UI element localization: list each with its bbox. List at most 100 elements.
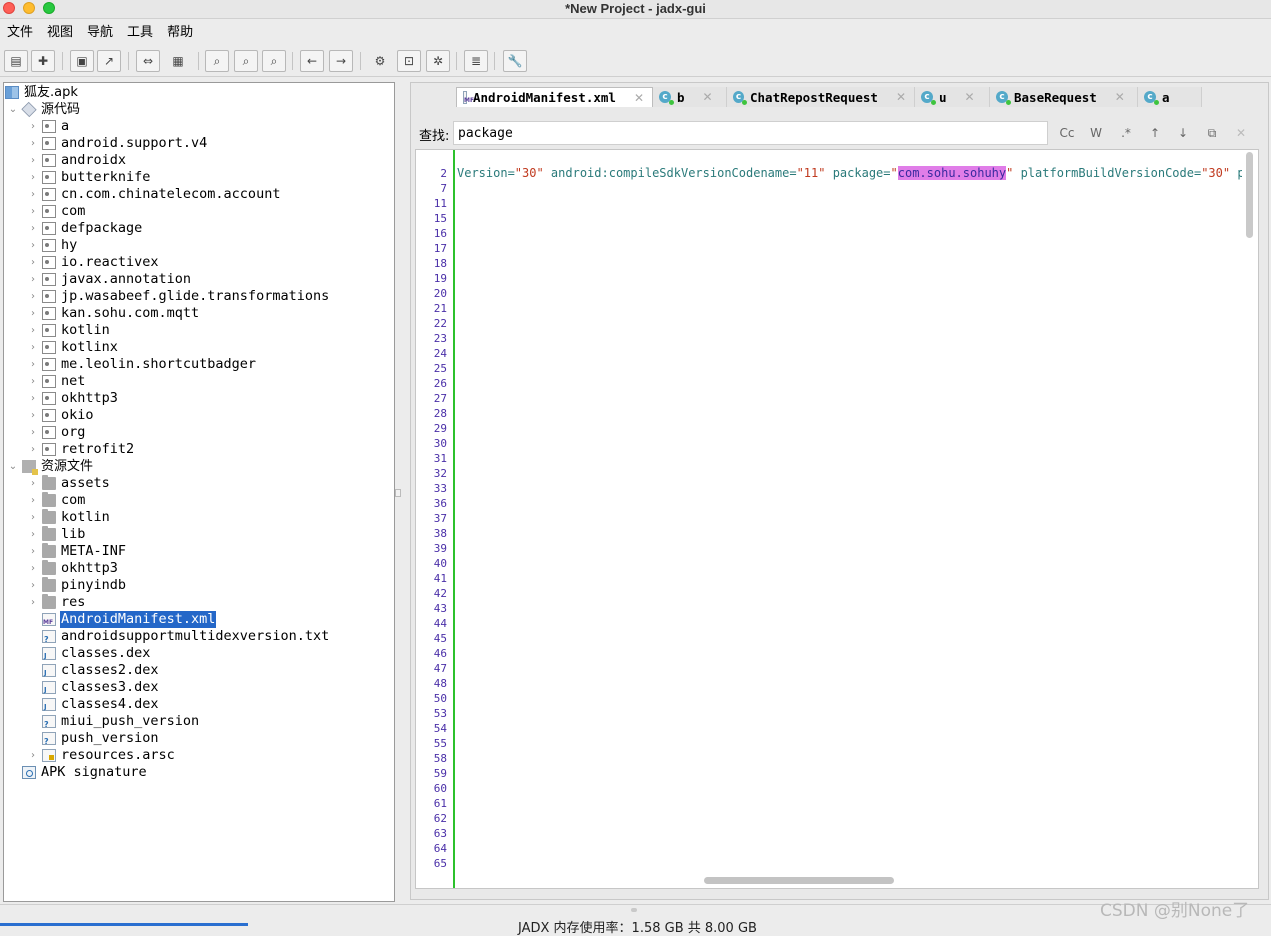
match-case-button[interactable]: Cc	[1057, 124, 1077, 142]
previous-match-button[interactable]: ↑	[1145, 124, 1165, 142]
mark-all-icon[interactable]: ⧉	[1202, 124, 1222, 142]
tree-package[interactable]: › retrofit2	[28, 441, 135, 458]
close-tab-icon[interactable]: ✕	[896, 90, 906, 104]
quick-tab-icon[interactable]: ⊡	[397, 50, 421, 72]
tree-package[interactable]: › a	[28, 118, 70, 135]
chevron-right-icon[interactable]: ›	[28, 206, 38, 217]
tree-res-folder[interactable]: › lib	[28, 526, 86, 543]
tree-package[interactable]: › kan.sohu.com.mqtt	[28, 305, 200, 322]
add-files-icon[interactable]: ✚	[31, 50, 55, 72]
tree-res-file[interactable]: classes4.dex	[28, 696, 160, 713]
chevron-right-icon[interactable]: ›	[28, 155, 38, 166]
chevron-right-icon[interactable]: ›	[28, 512, 38, 523]
close-tab-icon[interactable]: ✕	[1115, 90, 1125, 104]
project-tree[interactable]: 狐友.apk ⌄ 源代码 › a › android.support.v4 › androidx…	[3, 82, 395, 902]
tree-res-file[interactable]: classes2.dex	[28, 662, 160, 679]
tree-package[interactable]: › net	[28, 373, 86, 390]
tab-u[interactable]: c u ✕	[915, 87, 990, 107]
chevron-right-icon[interactable]: ›	[28, 189, 38, 200]
chevron-right-icon[interactable]: ›	[28, 563, 38, 574]
tree-res-folder[interactable]: › okhttp3	[28, 560, 119, 577]
chevron-right-icon[interactable]: ›	[28, 580, 38, 591]
tree-package[interactable]: › android.support.v4	[28, 135, 208, 152]
debug-icon[interactable]: ✲	[426, 50, 450, 72]
tree-res-file[interactable]: AndroidManifest.xml	[28, 611, 217, 628]
tree-res-file[interactable]: classes.dex	[28, 645, 151, 662]
menu-tools[interactable]: 工具	[120, 22, 160, 44]
chevron-right-icon[interactable]: ›	[28, 393, 38, 404]
split-pane-divider[interactable]	[395, 489, 401, 497]
tree-package[interactable]: › jp.wasabeef.glide.transformations	[28, 288, 330, 305]
chevron-right-icon[interactable]: ›	[28, 240, 38, 251]
chevron-right-icon[interactable]: ›	[28, 223, 38, 234]
chevron-right-icon[interactable]: ›	[28, 138, 38, 149]
next-match-button[interactable]: ↓	[1173, 124, 1193, 142]
chevron-right-icon[interactable]: ›	[28, 750, 38, 761]
tree-res-folder[interactable]: › com	[28, 492, 86, 509]
regex-button[interactable]: .*	[1116, 124, 1136, 142]
chevron-right-icon[interactable]: ›	[28, 342, 38, 353]
tree-res-folder[interactable]: › assets	[28, 475, 111, 492]
tree-res-folder[interactable]: › META-INF	[28, 543, 127, 560]
chevron-right-icon[interactable]: ›	[28, 546, 38, 557]
tree-res-file[interactable]: androidsupportmultidexversion.txt	[28, 628, 330, 645]
vertical-scrollbar[interactable]	[1246, 152, 1254, 888]
code-editor[interactable]: 2 7 11 15 16 17 18 19 20 21 22 23 24 25 26 27 28 29 30 31 32…	[415, 149, 1259, 889]
tab-a[interactable]: c a	[1138, 87, 1202, 107]
chevron-right-icon[interactable]: ›	[28, 444, 38, 455]
menu-file[interactable]: 文件	[0, 22, 40, 44]
tree-res-folder[interactable]: › kotlin	[28, 509, 111, 526]
chevron-right-icon[interactable]: ›	[28, 308, 38, 319]
tree-source-folder[interactable]: ⌄ 源代码	[8, 101, 81, 118]
menu-view[interactable]: 视图	[40, 22, 80, 44]
tree-resources-arsc[interactable]: › resources.arsc	[28, 747, 176, 764]
tree-apk-signature[interactable]: APK signature	[8, 764, 148, 781]
tree-res-folder[interactable]: › res	[28, 594, 86, 611]
tree-package[interactable]: › me.leolin.shortcutbadger	[28, 356, 257, 373]
tree-package[interactable]: › com	[28, 203, 86, 220]
tab-androidmanifest[interactable]: AndroidManifest.xml ✕	[456, 87, 653, 107]
tree-package[interactable]: › okio	[28, 407, 95, 424]
flatten-packages-icon[interactable]: ▦	[166, 50, 190, 72]
tree-package[interactable]: › butterknife	[28, 169, 151, 186]
chevron-right-icon[interactable]: ›	[28, 495, 38, 506]
menu-help[interactable]: 帮助	[160, 22, 200, 44]
close-tab-icon[interactable]: ✕	[634, 91, 644, 105]
chevron-right-icon[interactable]: ›	[28, 359, 38, 370]
chevron-right-icon[interactable]: ›	[28, 121, 38, 132]
close-search-icon[interactable]: ✕	[1231, 124, 1251, 142]
tab-b[interactable]: c b ✕	[653, 87, 727, 107]
chevron-down-icon[interactable]: ⌄	[8, 461, 18, 472]
deobfuscation-icon[interactable]: ⚙	[368, 50, 392, 72]
preferences-icon[interactable]: 🔧	[503, 50, 527, 72]
back-icon[interactable]: ←	[300, 50, 324, 72]
chevron-right-icon[interactable]: ›	[28, 410, 38, 421]
log-viewer-icon[interactable]: ≣	[464, 50, 488, 72]
open-file-icon[interactable]: ▤	[4, 50, 28, 72]
chevron-right-icon[interactable]: ›	[28, 291, 38, 302]
tree-package[interactable]: › kotlin	[28, 322, 111, 339]
chevron-right-icon[interactable]: ›	[28, 274, 38, 285]
tree-package[interactable]: › io.reactivex	[28, 254, 160, 271]
chevron-right-icon[interactable]: ›	[28, 427, 38, 438]
whole-word-button[interactable]: W	[1086, 124, 1106, 142]
close-tab-icon[interactable]: ✕	[703, 90, 713, 104]
tree-package[interactable]: › cn.com.chinatelecom.account	[28, 186, 281, 203]
tab-baserequest[interactable]: c BaseRequest ✕	[990, 87, 1138, 107]
tree-package[interactable]: › javax.annotation	[28, 271, 192, 288]
tree-package[interactable]: › androidx	[28, 152, 127, 169]
export-icon[interactable]: ↗	[97, 50, 121, 72]
search-input[interactable]	[453, 121, 1048, 145]
search-text-icon[interactable]: ⌕	[205, 50, 229, 72]
menu-navigate[interactable]: 导航	[80, 22, 120, 44]
tree-package[interactable]: › org	[28, 424, 86, 441]
tree-package[interactable]: › defpackage	[28, 220, 143, 237]
tree-res-folder[interactable]: › pinyindb	[28, 577, 127, 594]
close-tab-icon[interactable]: ✕	[965, 90, 975, 104]
search-class-icon[interactable]: ⌕	[234, 50, 258, 72]
tree-res-file[interactable]: push_version	[28, 730, 160, 747]
chevron-right-icon[interactable]: ›	[28, 172, 38, 183]
tree-root-apk[interactable]: 狐友.apk	[5, 84, 79, 101]
horizontal-scrollbar[interactable]	[704, 877, 894, 884]
chevron-right-icon[interactable]: ›	[28, 529, 38, 540]
